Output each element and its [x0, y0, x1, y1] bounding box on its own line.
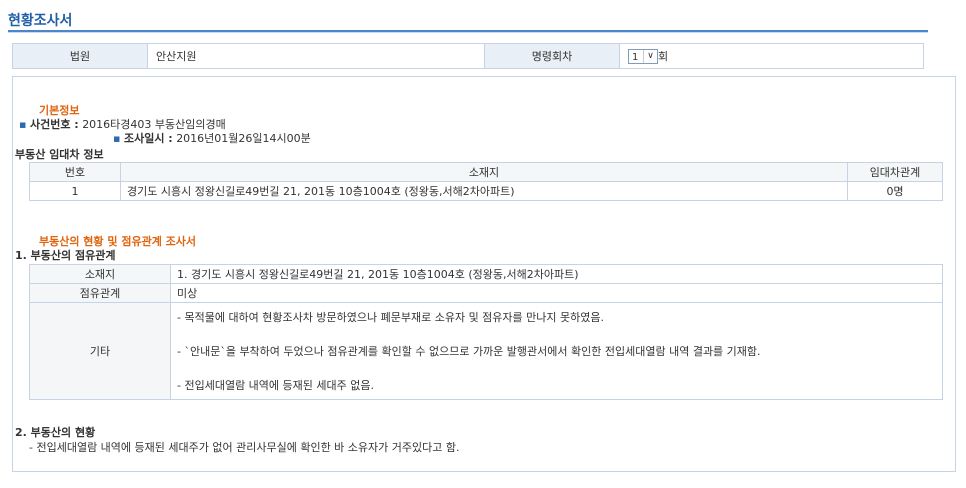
- court-value: 안산지원: [147, 43, 485, 69]
- court-label: 법원: [12, 43, 148, 69]
- order-round-unit: 회: [658, 49, 669, 63]
- lease-row-relation: 0명: [847, 181, 943, 201]
- bullet-icon: ▪: [19, 118, 27, 131]
- location-label: 소재지: [29, 264, 171, 284]
- etc-line: - 목적물에 대하여 현황조사차 방문하였으나 폐문부재로 소유자 및 점유자를…: [177, 310, 604, 324]
- bullet-icon: ▪: [113, 132, 121, 145]
- etc-label: 기타: [29, 302, 171, 400]
- order-round-select[interactable]: 1 ∨: [628, 49, 658, 65]
- lease-col-relation: 임대차관계: [847, 162, 943, 182]
- report-content: 기본정보 ▪ 사건번호 : 2016타경403 부동산임의경매 ▪ 조사일시 :…: [12, 76, 956, 472]
- etc-value: - 목적물에 대하여 현황조사차 방문하였으나 폐문부재로 소유자 및 점유자를…: [170, 302, 943, 400]
- chevron-down-icon: ∨: [643, 50, 657, 64]
- etc-line: - `안내문`을 부착하여 두었으나 점유관계를 확인할 수 없으므로 가까운 …: [177, 344, 761, 358]
- occupancy-section-title: 1. 부동산의 점유관계: [15, 249, 116, 262]
- page-title: 현황조사서: [8, 13, 73, 29]
- occupancy-label: 점유관계: [29, 283, 171, 303]
- occupancy-table: 소재지 1. 경기도 시흥시 정왕신길로49번길 21, 201동 10층100…: [29, 264, 943, 400]
- lease-row-location: 경기도 시흥시 정왕신길로49번길 21, 201동 10층1004호 (정왕동…: [120, 181, 848, 201]
- case-number-label: 사건번호 :: [29, 118, 79, 131]
- table-row: 1 경기도 시흥시 정왕신길로49번길 21, 201동 10층1004호 (정…: [29, 181, 943, 201]
- location-value: 1. 경기도 시흥시 정왕신길로49번길 21, 201동 10층1004호 (…: [170, 264, 943, 284]
- order-round-value: 1: [632, 52, 639, 64]
- title-divider-light: [8, 32, 928, 33]
- survey-date-row: ▪ 조사일시 : 2016년01월26일14시00분: [113, 130, 311, 146]
- property-status-title: 2. 부동산의 현황: [15, 426, 96, 439]
- court-info-table: 법원 안산지원 명령회차 1 ∨ 회: [12, 43, 924, 69]
- property-status-text: - 전입세대열람 내역에 등재된 세대주가 없어 관리사무실에 확인한 바 소유…: [29, 441, 460, 454]
- occupancy-value: 미상: [170, 283, 943, 303]
- survey-date-label: 조사일시 :: [123, 132, 173, 145]
- lease-table: 번호 소재지 임대차관계 1 경기도 시흥시 정왕신길로49번길 21, 201…: [29, 162, 943, 201]
- order-round-label: 명령회차: [484, 43, 620, 69]
- lease-col-location: 소재지: [120, 162, 848, 182]
- survey-date-value: 2016년01월26일14시00분: [176, 132, 311, 145]
- lease-info-title: 부동산 임대차 정보: [15, 148, 104, 161]
- lease-col-no: 번호: [29, 162, 121, 182]
- lease-row-no: 1: [29, 181, 121, 201]
- order-round-cell: 1 ∨ 회: [619, 43, 924, 69]
- etc-line: - 전입세대열람 내역에 등재된 세대주 없음.: [177, 378, 374, 392]
